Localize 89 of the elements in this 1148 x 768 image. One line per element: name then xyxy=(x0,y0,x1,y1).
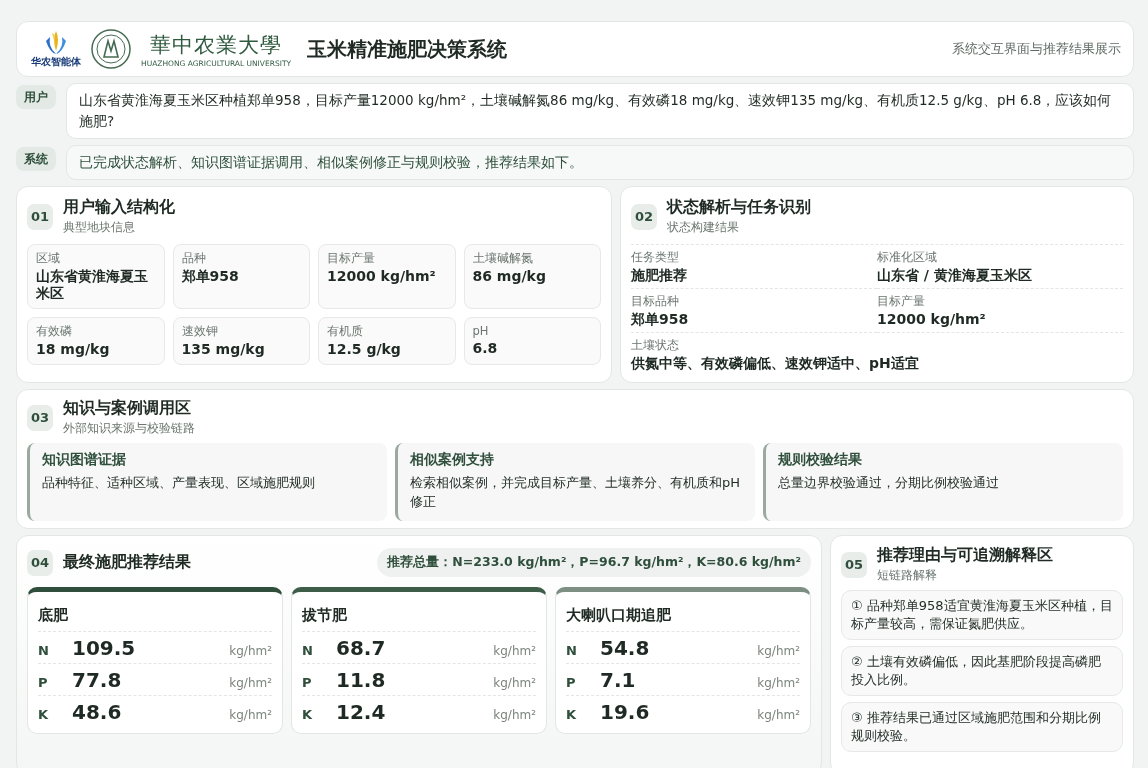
nutrient-label: K xyxy=(566,707,578,722)
field-value: 18 mg/kg xyxy=(36,341,111,358)
field-label: 土壤状态 xyxy=(631,338,680,353)
unit-label: kg/hm² xyxy=(757,644,800,658)
section-number: 05 xyxy=(841,551,867,578)
field-label: 目标品种 xyxy=(631,294,680,309)
section-number: 03 xyxy=(27,404,53,431)
field-value: 135 mg/kg xyxy=(181,341,266,358)
field-value: 供氮中等、有效磷偏低、速效钾适中、pH适宜 xyxy=(631,355,920,372)
unit-label: kg/hm² xyxy=(229,708,272,722)
field-value: 12.5 g/kg xyxy=(327,341,402,358)
unit-label: kg/hm² xyxy=(757,708,800,722)
section-subtitle: 短链路解释 xyxy=(877,567,938,584)
nutrient-label: P xyxy=(566,675,577,690)
unit-label: kg/hm² xyxy=(493,644,536,658)
system-message: 已完成状态解析、知识图谱证据调用、相似案例修正与规则校验，推荐结果如下。 xyxy=(66,145,1134,180)
unit-label: kg/hm² xyxy=(757,676,800,690)
user-message: 山东省黄淮海夏玉米区种植郑单958，目标产量12000 kg/hm²，土壤碱解氮86 mg/kg、有效磷18 mg/kg、速效钾135 mg/kg、有机质12.5 g/kg、pH 6.8，应该如何施肥? xyxy=(66,83,1134,139)
header-subtitle: 系统交互界面与推荐结果展示 xyxy=(952,40,1121,58)
field-label: pH xyxy=(472,324,490,338)
unit-label: kg/hm² xyxy=(229,676,272,690)
section-number: 02 xyxy=(631,203,657,230)
field-label: 标准化区域 xyxy=(877,250,938,265)
role-tag: 用户 xyxy=(16,85,56,109)
stage-name: 大喇叭口期追肥 xyxy=(566,605,672,626)
evidence-text: 总量边界校验通过，分期比例校验通过 xyxy=(778,474,1000,492)
nutrient-label: N xyxy=(302,643,314,658)
nutrient-label: P xyxy=(38,675,49,690)
field-value: 86 mg/kg xyxy=(472,268,547,285)
field-label: 有效磷 xyxy=(36,324,73,339)
nutrient-value: 109.5 xyxy=(72,636,137,660)
evidence-text: 检索相似案例，并完成目标产量、土壤养分、有机质和pH修正 xyxy=(410,474,742,511)
university-name: 華中农業大學 xyxy=(150,31,283,59)
nutrient-value: 54.8 xyxy=(600,636,651,660)
section-number: 04 xyxy=(27,549,53,576)
stage-name: 拔节肥 xyxy=(302,605,348,626)
unit-label: kg/hm² xyxy=(493,676,536,690)
field-value: 山东省 / 黄淮海夏玉米区 xyxy=(877,267,1033,284)
nutrient-value: 12.4 xyxy=(336,700,387,724)
unit-label: kg/hm² xyxy=(493,708,536,722)
field-value: 12000 kg/hm² xyxy=(327,268,437,285)
reason-text: ① 品种郑单958适宜黄淮海夏玉米区种植，目标产量较高，需保证氮肥供应。 xyxy=(841,590,1123,640)
evidence-title: 相似案例支持 xyxy=(410,451,495,469)
section-title: 推荐理由与可追溯解释区 xyxy=(877,545,1053,566)
nutrient-label: P xyxy=(302,675,313,690)
nutrient-value: 11.8 xyxy=(336,668,387,692)
field-value: 山东省黄淮海夏玉米区 xyxy=(36,268,149,302)
emblem-icon xyxy=(91,29,131,69)
field-label: 区域 xyxy=(36,251,61,266)
section-subtitle: 状态构建结果 xyxy=(667,219,740,236)
field-label: 目标产量 xyxy=(877,294,926,309)
app-title: 玉米精准施肥决策系统 xyxy=(307,35,509,63)
nutrient-value: 48.6 xyxy=(72,700,123,724)
nutrient-value: 19.6 xyxy=(600,700,651,724)
nutrient-value: 7.1 xyxy=(600,668,637,692)
nutrient-label: N xyxy=(566,643,578,658)
section-number: 01 xyxy=(27,203,53,230)
evidence-text: 品种特征、适种区域、产量表现、区域施肥规则 xyxy=(42,474,316,492)
field-value: 施肥推荐 xyxy=(631,267,688,284)
evidence-title: 规则校验结果 xyxy=(778,451,863,469)
field-value: 12000 kg/hm² xyxy=(877,311,987,328)
field-value: 郑单958 xyxy=(181,268,240,285)
stage-name: 底肥 xyxy=(38,605,69,626)
section-title: 知识与案例调用区 xyxy=(63,398,192,419)
field-label: 目标产量 xyxy=(327,251,376,266)
nutrient-label: N xyxy=(38,643,50,658)
section-subtitle: 典型地块信息 xyxy=(63,219,136,236)
section-title: 最终施肥推荐结果 xyxy=(63,552,191,573)
field-value: 郑单958 xyxy=(631,311,690,328)
logo-drawing: 华农智能体 xyxy=(31,29,81,69)
nutrient-label: K xyxy=(302,707,314,722)
section-title: 状态解析与任务识别 xyxy=(667,197,811,218)
nutrient-value: 77.8 xyxy=(72,668,123,692)
reason-text: ③ 推荐结果已通过区域施肥范围和分期比例规则校验。 xyxy=(841,702,1123,752)
field-label: 任务类型 xyxy=(631,250,680,265)
field-value: 6.8 xyxy=(472,340,499,357)
role-tag: 系统 xyxy=(16,147,56,171)
field-label: 品种 xyxy=(181,251,207,266)
nutrient-value: 68.7 xyxy=(336,636,387,660)
section-title: 用户输入结构化 xyxy=(63,197,175,218)
field-label: 土壤碱解氮 xyxy=(472,251,534,266)
total-summary: 推荐总量：N=233.0 kg/hm²，P=96.7 kg/hm²，K=80.6 kg/hm² xyxy=(377,548,811,577)
field-label: 速效钾 xyxy=(181,324,219,339)
evidence-title: 知识图谱证据 xyxy=(42,451,127,469)
reason-text: ② 土壤有效磷偏低，因此基肥阶段提高磷肥投入比例。 xyxy=(841,646,1123,696)
unit-label: kg/hm² xyxy=(229,644,272,658)
field-label: 有机质 xyxy=(327,324,364,339)
nutrient-label: K xyxy=(38,707,50,722)
section-subtitle: 外部知识来源与校验链路 xyxy=(63,420,195,437)
